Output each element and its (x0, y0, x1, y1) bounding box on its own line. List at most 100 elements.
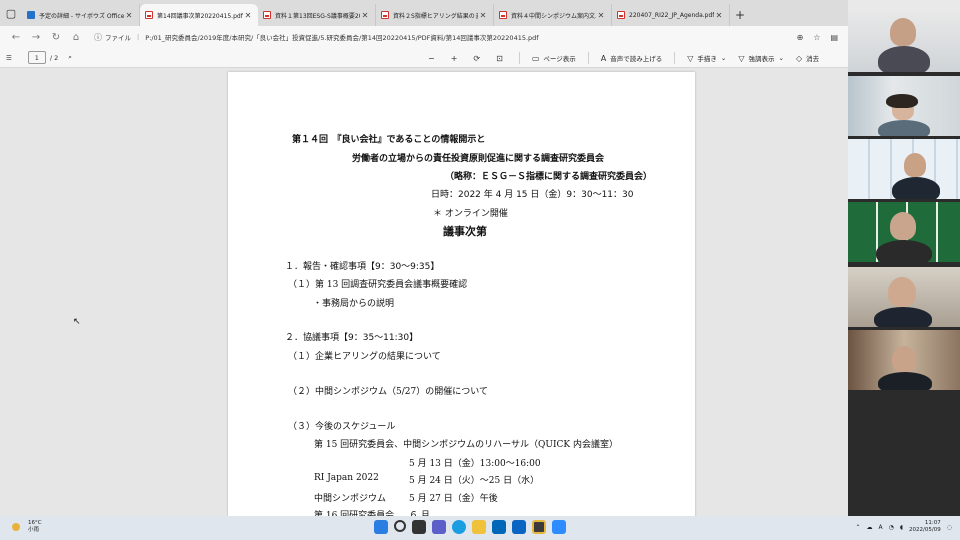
address-bar: ← → ↻ ⌂ ⓘ ファイル | P:/01_研究委員会/2019年度/本研究/… (0, 26, 848, 48)
browser-window: ▢ 予定の詳細 - サイボウズ Office ✕ 第14回議事次第2022041… (0, 0, 848, 516)
weather-icon (12, 523, 20, 531)
participant-body (876, 240, 932, 262)
close-icon[interactable]: ✕ (714, 11, 724, 20)
favorites-icon[interactable]: ☆ (813, 33, 820, 42)
zoom-out-button[interactable]: − (428, 54, 439, 63)
participant-body (892, 177, 940, 199)
tab-actions-icon[interactable]: ▢ (0, 0, 22, 26)
contents-icon[interactable]: ☰ (6, 54, 12, 62)
highlight-button[interactable]: ▽ 強調表示 ⌄ (738, 53, 784, 64)
tab-title: 予定の詳細 - サイボウズ Office (39, 12, 124, 20)
zoom-app-icon[interactable] (552, 520, 566, 534)
draw-button[interactable]: ▽ 手描き ⌄ (687, 53, 727, 64)
refresh-icon[interactable]: ↻ (46, 32, 66, 43)
tab-cybozu[interactable]: 予定の詳細 - サイボウズ Office ✕ (22, 4, 140, 26)
participant-tile[interactable] (848, 12, 960, 72)
close-icon[interactable]: ✕ (124, 11, 134, 20)
rotate-icon[interactable]: ⟳ (473, 54, 484, 63)
chat-icon[interactable] (432, 520, 446, 534)
fit-page-icon[interactable]: ⊡ (496, 54, 507, 63)
participant-tile[interactable] (848, 76, 960, 136)
pdf-icon (499, 11, 507, 19)
zoom-icon[interactable]: ⊕ (797, 33, 804, 42)
page-number-input[interactable]: 1 (27, 51, 46, 64)
chevron-up-icon[interactable]: ⌃ (855, 524, 860, 531)
close-icon[interactable]: ✕ (243, 11, 253, 20)
taskbar: 16°C 小雨 ⌃ ☁ A ◔ ◖ 11:07 2022/05/09 ◌ (0, 516, 960, 540)
url-divider: | (137, 33, 140, 41)
close-icon[interactable]: ✕ (478, 11, 488, 20)
participant-tile[interactable] (848, 330, 960, 390)
close-icon[interactable]: ✕ (596, 11, 606, 20)
close-icon[interactable]: ✕ (360, 11, 370, 20)
tab-bar: ▢ 予定の詳細 - サイボウズ Office ✕ 第14回議事次第2022041… (0, 0, 848, 26)
app-icon[interactable] (532, 520, 546, 534)
home-icon[interactable]: ⌂ (66, 32, 86, 43)
forward-icon[interactable]: → (26, 32, 46, 43)
doc-line: 第 16 回研究委員会 (314, 511, 395, 516)
read-aloud-button[interactable]: A 音声で読み上げる (600, 53, 662, 64)
participant-body (878, 120, 930, 136)
pdf-icon (145, 11, 153, 19)
tab-material-1[interactable]: 資料１第13回ESG-S議事概要20210 ✕ (258, 4, 376, 26)
cloud-icon[interactable]: ☁ (867, 524, 873, 531)
task-view-icon[interactable] (412, 520, 426, 534)
tab-title: 資料１第13回ESG-S議事概要20210 (275, 12, 360, 20)
collections-icon[interactable]: ▤ (830, 33, 838, 42)
participant-body (878, 372, 932, 390)
doc-line: 第 15 回研究委員会、中間シンポジウムのリハーサル（QUICK 内会議室） (314, 440, 618, 450)
participant-tile[interactable] (848, 267, 960, 327)
notification-icon[interactable]: ◌ (947, 524, 952, 531)
page-view-label: ページ表示 (543, 55, 576, 63)
info-icon[interactable]: ⓘ (94, 32, 102, 43)
tab-title: 第14回議事次第20220415.pdf (157, 12, 243, 20)
zoom-in-button[interactable]: + (451, 54, 462, 63)
url-field[interactable]: ⓘ ファイル | P:/01_研究委員会/2019年度/本研究/「良い会社」投資… (94, 29, 774, 45)
pdf-viewer[interactable]: ↖ 第１４回 『良い会社』であることの情報開示と 労働者の立場からの責任投資原則… (0, 69, 848, 516)
network-icon[interactable]: ◔ (889, 524, 894, 531)
search-icon[interactable] (394, 520, 406, 532)
participant-face (904, 153, 926, 177)
participant-face (890, 212, 916, 240)
outlook-icon[interactable] (512, 520, 526, 534)
highlight-label: 強調表示 (748, 55, 775, 63)
url-text: P:/01_研究委員会/2019年度/本研究/「良い会社」投資促進/5.研究委員… (145, 34, 539, 42)
read-aloud-icon: A (600, 53, 607, 63)
weather-widget[interactable]: 16°C 小雨 (12, 520, 42, 534)
back-icon[interactable]: ← (6, 32, 26, 43)
page-view-button[interactable]: ▭ ページ表示 (532, 53, 576, 64)
doc-line: （３）今後のスケジュール (288, 422, 396, 432)
start-icon[interactable] (374, 520, 388, 534)
file-explorer-icon[interactable] (472, 520, 486, 534)
participant-face (890, 18, 916, 46)
tab-title: 220407_RI22_JP_Agenda.pdf (629, 11, 714, 19)
doc-agenda-title: 議事次第 (443, 225, 487, 238)
tab-ri-agenda[interactable]: 220407_RI22_JP_Agenda.pdf ✕ (612, 4, 730, 26)
chevron-down-icon: ⌄ (720, 54, 727, 62)
mouse-cursor-icon: ↖ (73, 317, 81, 327)
edge-icon[interactable] (452, 520, 466, 534)
erase-button[interactable]: ◇ 消去 (795, 53, 819, 64)
tab-title: 資料２S指標ヒアリング結果のまとめ (393, 12, 478, 20)
pdf-icon (381, 11, 389, 19)
doc-heading-1: 第１４回 『良い会社』であることの情報開示と (292, 135, 486, 145)
store-icon[interactable] (492, 520, 506, 534)
clock-time: 11:07 (924, 520, 941, 526)
eraser-icon: ◇ (795, 53, 803, 63)
search-icon[interactable]: ⌕ (68, 53, 72, 62)
system-tray: ⌃ ☁ A ◔ ◖ 11:07 2022/05/09 ◌ (855, 520, 952, 534)
participant-tile[interactable] (848, 202, 960, 262)
clock[interactable]: 11:07 2022/05/09 (909, 520, 941, 534)
tab-material-4[interactable]: 資料４中間シンポジウム案内文.pdf ✕ (494, 4, 612, 26)
tab-agenda-pdf[interactable]: 第14回議事次第20220415.pdf ✕ (140, 4, 258, 26)
volume-icon[interactable]: ◖ (900, 524, 903, 531)
draw-icon: ▽ (687, 53, 694, 63)
new-tab-button[interactable]: + (730, 4, 750, 26)
participant-tile[interactable] (848, 139, 960, 199)
doc-line: （１）第 13 回調査研究委員会議事概要確認 (288, 280, 468, 290)
tab-material-2[interactable]: 資料２S指標ヒアリング結果のまとめ ✕ (376, 4, 494, 26)
doc-line: 中間シンポジウム (314, 494, 387, 504)
toolbar-divider (674, 52, 676, 64)
doc-line: 5 月 24 日（火）～25 日（水） (409, 476, 540, 486)
ime-indicator[interactable]: A (879, 524, 883, 531)
